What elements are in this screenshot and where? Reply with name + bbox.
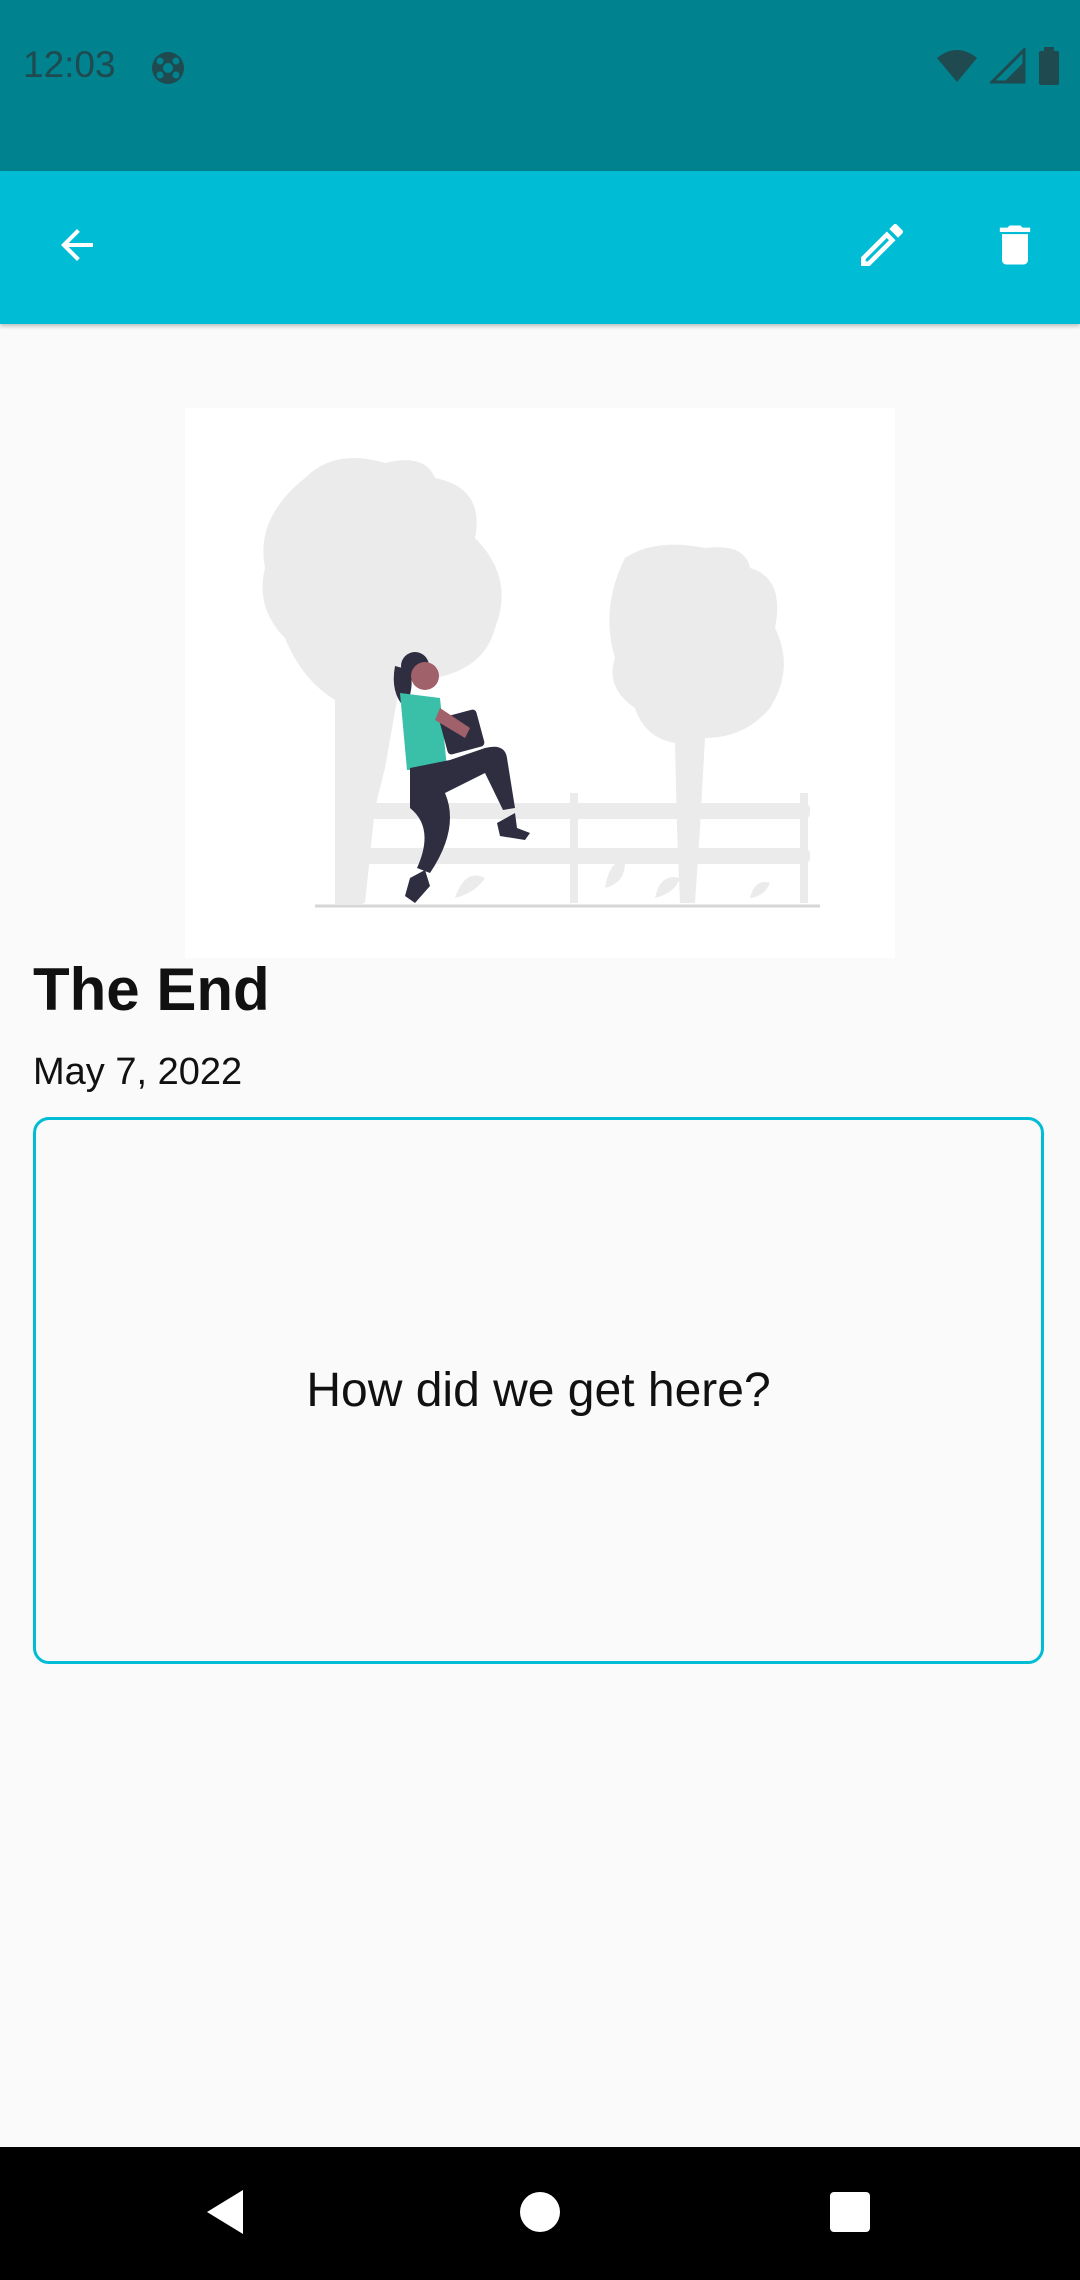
entry-content-box: How did we get here? [33, 1117, 1044, 1664]
signal-icon [988, 45, 1026, 89]
nav-back-icon [203, 2187, 247, 2242]
system-nav-bar [0, 2147, 1080, 2280]
app-bar [0, 171, 1080, 324]
nav-back-button[interactable] [175, 2164, 275, 2264]
trash-icon [989, 217, 1041, 278]
pencil-icon [854, 217, 910, 278]
edit-button[interactable] [832, 197, 932, 297]
entry-title: The End [33, 956, 270, 1023]
entry-content: How did we get here? [306, 1364, 771, 1417]
delete-button[interactable] [965, 197, 1065, 297]
back-button[interactable] [27, 197, 127, 297]
arrow-back-icon [53, 221, 101, 274]
status-time: 12:03 [23, 44, 116, 85]
app-notification-icon [150, 50, 186, 86]
nav-recents-button[interactable] [800, 2164, 900, 2264]
nav-home-button[interactable] [490, 2164, 590, 2264]
status-icons [936, 45, 1060, 90]
nav-home-icon [518, 2190, 562, 2239]
entry-date: May 7, 2022 [33, 1051, 243, 1093]
battery-icon [1038, 46, 1060, 90]
entry-illustration [185, 408, 895, 958]
wifi-icon [936, 48, 978, 89]
status-bar: 12:03 [0, 0, 1080, 171]
nav-recents-icon [828, 2190, 872, 2239]
